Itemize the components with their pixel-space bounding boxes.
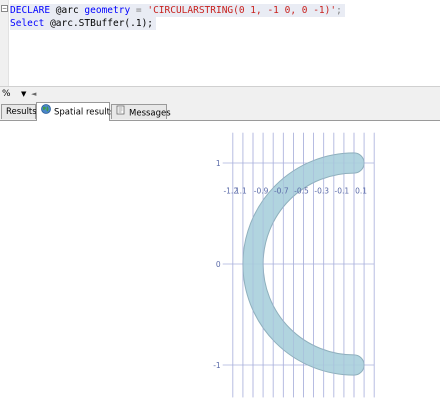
zoom-level[interactable]: % (2, 87, 11, 101)
editor-gutter: − (0, 0, 9, 86)
x-tick-label: -0.3 (314, 186, 329, 195)
y-tick-label: 0 (216, 260, 221, 269)
x-tick-label: 0.1 (355, 186, 367, 195)
code-line-2[interactable]: Select @arc.STBuffer(.1); (10, 17, 157, 30)
collapse-toggle[interactable]: − (1, 5, 8, 12)
zoom-dropdown-icon[interactable]: ▼ (21, 87, 26, 101)
tab-results[interactable]: Results (1, 104, 37, 119)
x-tick-label: 1.1 (235, 186, 247, 195)
operator-equals: = (130, 5, 148, 16)
y-tick-label: -1 (213, 361, 221, 370)
messages-icon (116, 105, 126, 121)
x-tick-label: -0.5 (294, 186, 309, 195)
tab-messages[interactable]: Messages (111, 104, 171, 121)
tab-results-label: Results (6, 107, 37, 117)
tab-spatial-results[interactable]: Spatial results (36, 102, 114, 121)
buffer-expression: @arc.STBuffer(.1); (50, 18, 154, 29)
x-tick-label: -0.7 (274, 186, 289, 195)
globe-icon (41, 103, 51, 121)
scroll-left-icon[interactable]: ◄ (31, 87, 36, 101)
spatial-plot[interactable]: 10-1-1.21.1 -0.9 -0.7 -0.5 -0.3 -0.1 0.1 (0, 121, 440, 400)
y-tick-label: 1 (216, 159, 221, 168)
x-tick-label: -0.9 (254, 186, 269, 195)
query-editor[interactable]: − DECLARE @arc geometry = 'CIRCULARSTRIN… (0, 0, 440, 86)
semicolon: ; (336, 5, 342, 16)
keyword-select: Select (10, 18, 45, 29)
string-literal: 'CIRCULARSTRING(0 1, -1 0, 0 -1)' (147, 5, 337, 16)
results-tabstrip: Results Spatial results Messages (0, 100, 440, 121)
variable-arc: @arc (55, 5, 79, 16)
zoom-bar: % ▼ ◄ (0, 86, 440, 101)
keyword-declare: DECLARE (10, 5, 51, 16)
code-line-1[interactable]: DECLARE @arc geometry = 'CIRCULARSTRING(… (10, 4, 345, 17)
spatial-results-pane[interactable]: 1 0 -1 -1.2 1.1 -0.9 -0.7 -0.5 -0.3 -0.1 0.1 (0, 121, 440, 400)
x-tick-label: -0.1 (335, 186, 350, 195)
keyword-geometry: geometry (84, 5, 131, 16)
tab-spatial-results-label: Spatial results (54, 107, 115, 118)
tab-messages-label: Messages (129, 108, 171, 119)
